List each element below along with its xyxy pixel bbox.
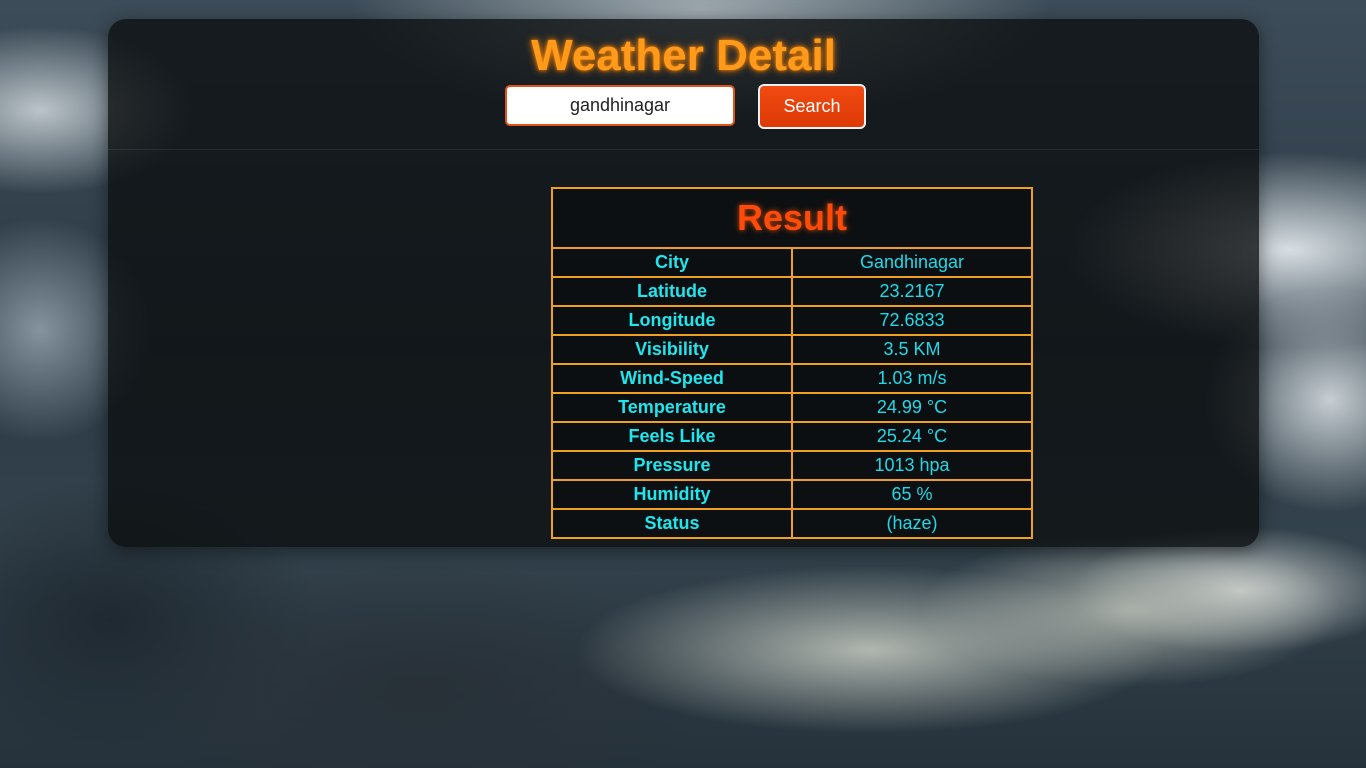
table-row-temperature: Temperature 24.99 °C: [551, 392, 1033, 423]
row-value: 24.99 °C: [791, 392, 1033, 423]
row-label: Latitude: [551, 276, 793, 307]
row-label: Feels Like: [551, 421, 793, 452]
table-row-status: Status (haze): [551, 508, 1033, 539]
row-value: Gandhinagar: [791, 247, 1033, 278]
row-value: 25.24 °C: [791, 421, 1033, 452]
table-row-city: City Gandhinagar: [551, 247, 1033, 278]
page-title: Weather Detail: [531, 31, 836, 80]
result-table: Result City Gandhinagar Latitude 23.2167…: [551, 187, 1033, 539]
row-label: Humidity: [551, 479, 793, 510]
table-row-humidity: Humidity 65 %: [551, 479, 1033, 510]
row-value: 23.2167: [791, 276, 1033, 307]
row-label: Pressure: [551, 450, 793, 481]
row-value: (haze): [791, 508, 1033, 539]
row-value: 1013 hpa: [791, 450, 1033, 481]
table-row-latitude: Latitude 23.2167: [551, 276, 1033, 307]
table-row-visibility: Visibility 3.5 KM: [551, 334, 1033, 365]
row-label: Temperature: [551, 392, 793, 423]
table-row-wind-speed: Wind-Speed 1.03 m/s: [551, 363, 1033, 394]
table-row-pressure: Pressure 1013 hpa: [551, 450, 1033, 481]
table-row-feels-like: Feels Like 25.24 °C: [551, 421, 1033, 452]
search-header: Weather Detail Search: [108, 19, 1259, 150]
city-search-input[interactable]: [505, 85, 735, 126]
row-value: 72.6833: [791, 305, 1033, 336]
row-label: Visibility: [551, 334, 793, 365]
row-label: Longitude: [551, 305, 793, 336]
row-label: Status: [551, 508, 793, 539]
row-value: 1.03 m/s: [791, 363, 1033, 394]
row-value: 3.5 KM: [791, 334, 1033, 365]
row-label: Wind-Speed: [551, 363, 793, 394]
row-value: 65 %: [791, 479, 1033, 510]
result-heading: Result: [551, 187, 1033, 249]
search-button[interactable]: Search: [758, 84, 866, 129]
row-label: City: [551, 247, 793, 278]
weather-panel: Weather Detail Search Result City Gandhi…: [108, 19, 1259, 547]
table-row-longitude: Longitude 72.6833: [551, 305, 1033, 336]
